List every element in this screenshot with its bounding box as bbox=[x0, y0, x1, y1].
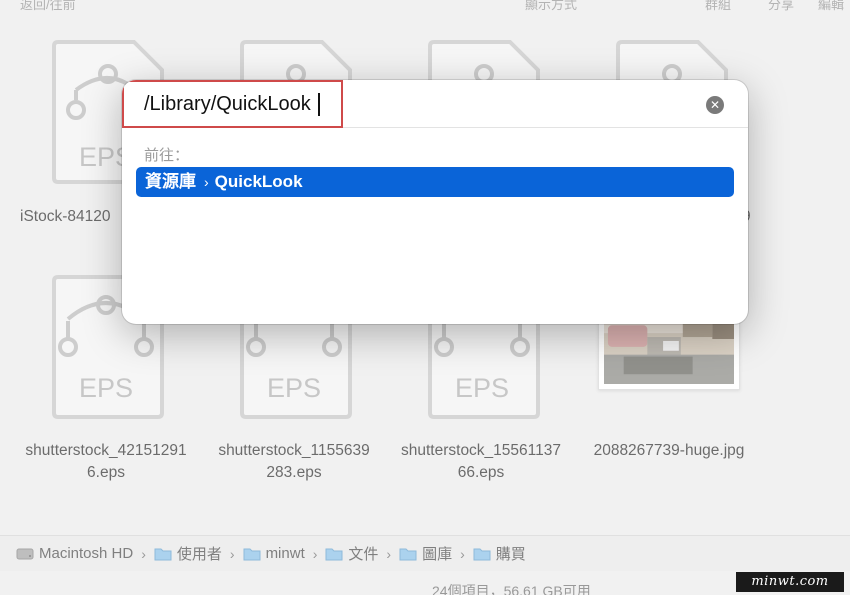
suggestion-parent-folder: 資源庫 bbox=[145, 172, 196, 191]
watermark-logo: minwt.com bbox=[736, 572, 844, 592]
path-suggestion-item[interactable]: 資源庫 › QuickLook bbox=[136, 167, 734, 197]
go-to-folder-dialog: ✕ 前往： 資源庫 › QuickLook bbox=[122, 80, 748, 324]
text-caret bbox=[318, 93, 320, 116]
go-to-label: 前往： bbox=[144, 147, 190, 164]
close-icon: ✕ bbox=[709, 98, 721, 112]
dialog-input-row: ✕ bbox=[122, 80, 748, 128]
chevron-right-icon: › bbox=[204, 174, 209, 190]
suggestion-target-folder: QuickLook bbox=[214, 172, 303, 191]
clear-input-button[interactable]: ✕ bbox=[706, 96, 724, 114]
folder-path-input[interactable] bbox=[122, 80, 343, 128]
